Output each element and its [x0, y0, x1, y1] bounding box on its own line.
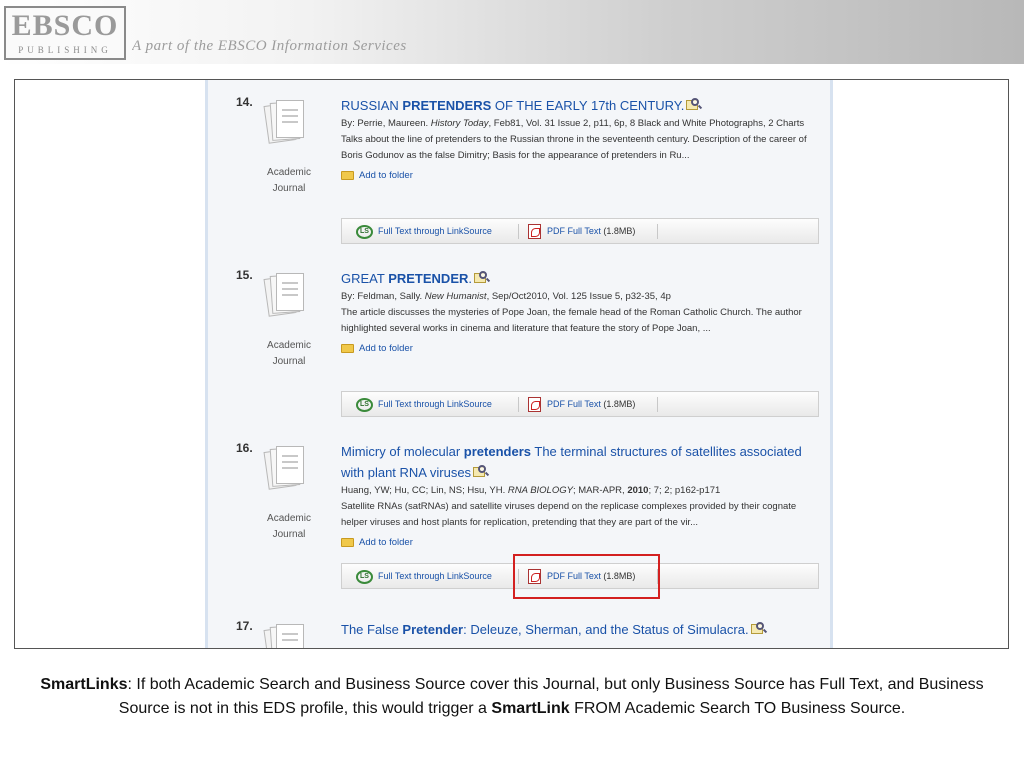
pdf-icon [528, 397, 541, 413]
pdf-icon [528, 224, 541, 240]
folder-icon [341, 538, 354, 547]
add-to-folder-link[interactable]: Add to folder [341, 535, 821, 551]
publication-type: Academic Journal [267, 340, 311, 367]
add-to-folder-link[interactable]: Add to folder [341, 168, 821, 184]
result-number: 15. [236, 268, 253, 282]
result-title-link[interactable]: GREAT PRETENDER. [341, 268, 821, 289]
result-byline: Huang, YW; Hu, CC; Lin, NS; Hsu, YH. RNA… [341, 485, 721, 496]
result-title-link[interactable]: The False Pretender: Deleuze, Sherman, a… [341, 619, 821, 640]
full-text-links: LS Full Text through LinkSource PDF Full … [341, 391, 819, 417]
folder-icon [341, 171, 354, 180]
academic-journal-icon [263, 99, 306, 144]
header-banner: EBSCO PUBLISHING A part of the EBSCO Inf… [0, 0, 1024, 64]
logo-wordmark: EBSCO [11, 9, 119, 42]
header-tagline: A part of the EBSCO Information Services [132, 38, 407, 54]
linksource-icon: LS [356, 224, 373, 239]
preview-icon[interactable] [473, 465, 490, 478]
full-text-links: LS Full Text through LinkSource PDF Full … [341, 218, 819, 244]
ebsco-logo: EBSCO PUBLISHING [4, 6, 126, 60]
preview-icon[interactable] [750, 622, 767, 635]
result-number: 17. [236, 619, 253, 633]
result-byline: By: Perrie, Maureen. History Today, Feb8… [341, 118, 805, 129]
results-screenshot: 14. Academic Journal RUSSIAN PRETENDERS … [14, 79, 1009, 649]
pdf-full-text-link[interactable]: PDF Full Text (1.8MB) [528, 219, 635, 243]
folder-icon [341, 344, 354, 353]
linksource-icon: LS [356, 569, 373, 584]
result-number: 14. [236, 95, 253, 109]
result-abstract: Satellite RNAs (satRNAs) and satellite v… [341, 501, 797, 528]
slide-caption: SmartLinks: If both Academic Search and … [40, 676, 984, 717]
result-byline: By: Feldman, Sally. New Humanist, Sep/Oc… [341, 291, 671, 302]
add-to-folder-link[interactable]: Add to folder [341, 341, 821, 357]
result-number: 16. [236, 441, 253, 455]
preview-icon[interactable] [474, 271, 491, 284]
preview-icon[interactable] [686, 98, 703, 111]
result-title-link[interactable]: RUSSIAN PRETENDERS OF THE EARLY 17th CEN… [341, 95, 821, 116]
logo-subtitle: PUBLISHING [18, 45, 112, 55]
academic-journal-icon [263, 623, 306, 648]
result-title-link[interactable]: Mimicry of molecular pretenders The term… [341, 441, 821, 483]
linksource-link[interactable]: LS Full Text through LinkSource [356, 564, 492, 588]
publication-type: Academic Journal [267, 167, 311, 194]
linksource-link[interactable]: LS Full Text through LinkSource [356, 392, 492, 416]
result-abstract: The article discusses the mysteries of P… [341, 307, 802, 334]
linksource-icon: LS [356, 397, 373, 412]
academic-journal-icon [263, 272, 306, 317]
academic-journal-icon [263, 445, 306, 490]
publication-type: Academic Journal [267, 513, 311, 540]
highlight-box [513, 554, 660, 599]
linksource-link[interactable]: LS Full Text through LinkSource [356, 219, 492, 243]
result-abstract: Talks about the line of pretenders to th… [341, 134, 807, 161]
pdf-full-text-link[interactable]: PDF Full Text (1.8MB) [528, 392, 635, 416]
